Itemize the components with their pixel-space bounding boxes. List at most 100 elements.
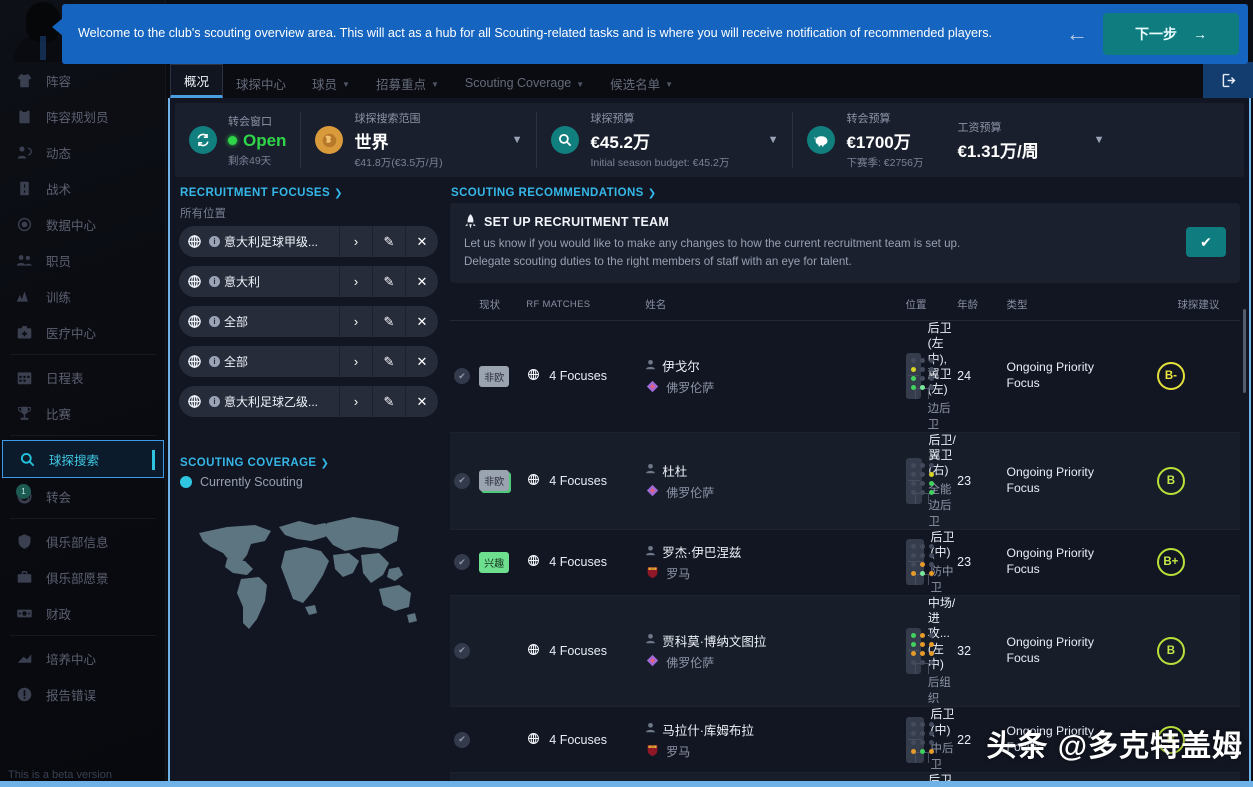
sidebar-item-briefcase[interactable]: 俱乐部愿景: [0, 559, 165, 595]
table-row[interactable]: ✔ 4 Focuses 贾科莫·博纳文图拉 佛罗伦萨 中场/进攻... (左中) 后组织 32…: [450, 595, 1240, 708]
recruitment-team-line2: Delegate scouting duties to the right me…: [464, 254, 852, 268]
focus-remove-button[interactable]: ✕: [405, 306, 438, 337]
sidebar-item-clipboard[interactable]: 阵容规划员: [0, 98, 165, 134]
tab-概况[interactable]: 概况: [170, 64, 224, 98]
world-map[interactable]: [175, 511, 440, 636]
recruitment-focus-row[interactable]: i 全部 › ✎ ✕: [179, 346, 438, 377]
sidebar-item-development[interactable]: 培养中心: [0, 640, 165, 676]
table-row[interactable]: ✔ 非欧 4 Focuses 杜杜 佛罗伦萨 后卫/翼卫 (右) 全能边后卫 23 Ongoing…: [450, 432, 1240, 530]
scouting-recommendations-header[interactable]: SCOUTING RECOMMENDATIONS ❯: [446, 181, 1244, 203]
focus-remove-button[interactable]: ✕: [405, 226, 438, 257]
sidebar-item-shirt[interactable]: 阵容: [0, 62, 165, 98]
focus-open-button[interactable]: ›: [339, 226, 372, 257]
recruitment-focus-row[interactable]: i 意大利足球甲级... › ✎ ✕: [179, 226, 438, 257]
tab-球探中心[interactable]: 球探中心: [223, 68, 299, 98]
scouting-coverage-header[interactable]: SCOUTING COVERAGE ❯: [175, 451, 440, 473]
sidebar-item-data-hub[interactable]: 数据中心: [0, 206, 165, 242]
focus-open-button[interactable]: ›: [339, 306, 372, 337]
focus-edit-button[interactable]: ✎: [372, 266, 405, 297]
table-row[interactable]: ✔ 兴趣 4 Focuses 罗杰·伊巴涅兹 罗马 后卫 (中) 防中卫 23 Ongoing …: [450, 529, 1240, 596]
check-icon[interactable]: ✔: [454, 368, 470, 385]
column-header-RF MATCHES[interactable]: RF MATCHES: [526, 292, 646, 321]
check-icon[interactable]: ✔: [454, 731, 470, 748]
sidebar-divider: [10, 435, 156, 436]
sidebar-item-report-bug[interactable]: 报告错误: [0, 676, 165, 712]
exit-button[interactable]: [1203, 62, 1253, 98]
sidebar-item-transfer[interactable]: 1 转会: [0, 478, 165, 514]
tab-球员[interactable]: 球员 ▼: [299, 68, 363, 98]
table-scrollbar[interactable]: [1243, 308, 1246, 393]
info-icon[interactable]: i: [209, 316, 220, 327]
cell-player[interactable]: 伊戈尔 佛罗伦萨: [645, 320, 906, 433]
focus-edit-button[interactable]: ✎: [372, 386, 405, 417]
info-icon[interactable]: i: [209, 356, 220, 367]
check-icon[interactable]: ✔: [454, 472, 470, 489]
table-body: ✔ 非欧 4 Focuses 伊戈尔 佛罗伦萨 后卫 (左中), 翼卫 (左) 边后卫 24 On…: [450, 320, 1240, 781]
sidebar-item-search[interactable]: 球探搜索: [2, 440, 164, 478]
cell-scout-grade: B-: [1156, 320, 1240, 433]
focus-edit-button[interactable]: ✎: [372, 226, 405, 257]
recruitment-focus-row[interactable]: i 全部 › ✎ ✕: [179, 306, 438, 337]
focus-open-button[interactable]: ›: [339, 346, 372, 377]
cell-select[interactable]: ✔: [450, 432, 480, 530]
info-icon[interactable]: i: [209, 276, 220, 287]
summary-cell-search-budget[interactable]: 球探预算 €45.2万 Initial season budget: €45.2万 ▼: [537, 112, 792, 169]
info-icon[interactable]: i: [209, 396, 220, 407]
globe-icon: [526, 642, 541, 660]
info-icon[interactable]: i: [209, 236, 220, 247]
sidebar-item-label: 动态: [46, 146, 72, 161]
column-header-类型[interactable]: 类型: [1006, 292, 1157, 321]
sidebar-item-training[interactable]: 训练: [0, 278, 165, 314]
cell-select[interactable]: ✔: [450, 706, 480, 774]
cell-player[interactable]: 罗杰·伊巴涅兹 罗马: [645, 529, 906, 596]
tab-Scouting Coverage[interactable]: Scouting Coverage ▼: [452, 68, 597, 98]
chevron-down-icon[interactable]: ▼: [1072, 134, 1105, 146]
shirt-icon: [14, 70, 34, 90]
column-header-年龄[interactable]: 年龄: [957, 292, 1007, 321]
focus-edit-button[interactable]: ✎: [372, 306, 405, 337]
check-icon[interactable]: ✔: [454, 554, 470, 571]
chevron-down-icon[interactable]: ▼: [746, 134, 779, 146]
sidebar-item-finance[interactable]: 财政: [0, 595, 165, 631]
summary-sub: 下赛季: €2756万: [846, 157, 924, 169]
tab-label: 候选名单: [610, 77, 661, 92]
tab-招募重点[interactable]: 招募重点 ▼: [363, 68, 452, 98]
column-header-现状[interactable]: 现状: [479, 292, 527, 321]
focus-open-button[interactable]: ›: [339, 266, 372, 297]
column-header-位置[interactable]: 位置: [905, 292, 958, 321]
check-icon[interactable]: ✔: [454, 642, 470, 659]
chevron-down-icon[interactable]: ▼: [490, 134, 523, 146]
banner-back-button[interactable]: ←: [1051, 21, 1103, 47]
confirm-button[interactable]: ✔: [1186, 227, 1226, 258]
recruitment-focus-row[interactable]: i 意大利足球乙级... › ✎ ✕: [179, 386, 438, 417]
cell-player[interactable]: 贾科莫·博纳文图拉 佛罗伦萨: [645, 595, 906, 708]
sidebar-item-staff[interactable]: 职员: [0, 242, 165, 278]
focus-open-button[interactable]: ›: [339, 386, 372, 417]
summary-value: €45.2万: [590, 128, 734, 153]
column-header-姓名[interactable]: 姓名: [645, 292, 825, 321]
sidebar-item-shield[interactable]: 俱乐部信息: [0, 523, 165, 559]
summary-cell-globe[interactable]: 球探搜索范围 世界 €41.8万(€3.5万/月) ▼: [301, 112, 536, 169]
cell-player[interactable]: 杜杜 佛罗伦萨: [645, 432, 906, 530]
focus-remove-button[interactable]: ✕: [405, 346, 438, 377]
sidebar-item-medical[interactable]: 医疗中心: [0, 314, 165, 350]
cell-player[interactable]: 马拉什·库姆布拉 罗马: [645, 706, 906, 774]
sidebar-item-trophy[interactable]: 比赛: [0, 395, 165, 431]
banner-next-button[interactable]: 下一步 →: [1103, 13, 1239, 55]
cell-position: 后卫 (中) 防中卫: [905, 529, 958, 596]
sidebar-item-calendar[interactable]: 日程表: [0, 359, 165, 395]
column-header-球探建议[interactable]: 球探建议: [1156, 292, 1240, 321]
recruitment-focuses-header[interactable]: RECRUITMENT FOCUSES ❯: [175, 181, 440, 203]
focus-remove-button[interactable]: ✕: [405, 386, 438, 417]
focus-remove-button[interactable]: ✕: [405, 266, 438, 297]
cell-select[interactable]: ✔: [450, 595, 480, 708]
summary-cell-wage[interactable]: 工资预算 €1.31万/周 ▼: [943, 112, 1118, 168]
sidebar-item-dynamics[interactable]: 动态: [0, 134, 165, 170]
cell-select[interactable]: ✔: [450, 529, 480, 596]
tab-候选名单[interactable]: 候选名单 ▼: [597, 68, 686, 98]
recruitment-focus-row[interactable]: i 意大利 › ✎ ✕: [179, 266, 438, 297]
table-row[interactable]: ✔ 非欧 4 Focuses 伊戈尔 佛罗伦萨 后卫 (左中), 翼卫 (左) 边后卫 24 On…: [450, 320, 1240, 433]
cell-select[interactable]: ✔: [450, 320, 480, 433]
focus-edit-button[interactable]: ✎: [372, 346, 405, 377]
sidebar-item-tactics[interactable]: 战术: [0, 170, 165, 206]
